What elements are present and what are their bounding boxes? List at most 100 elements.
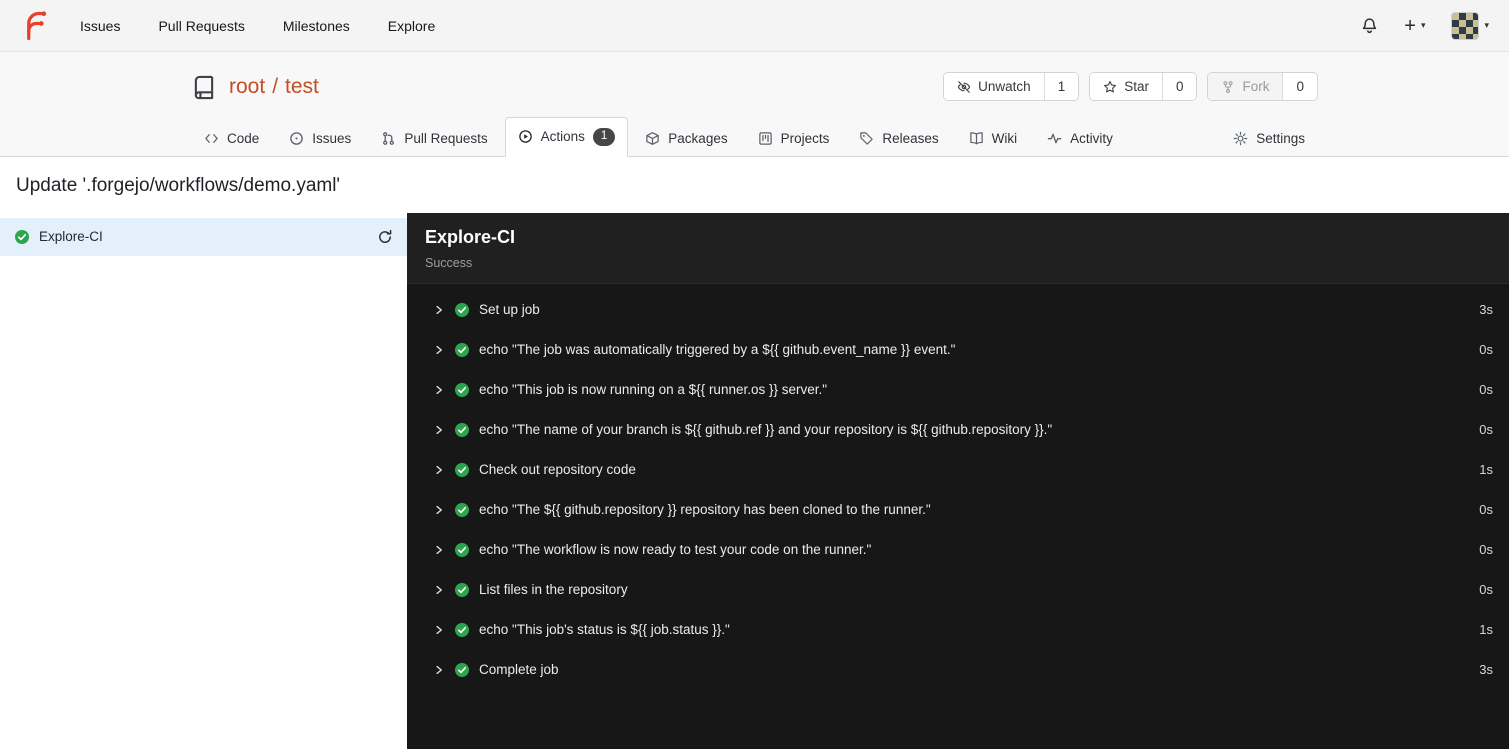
step-duration: 1s <box>1479 462 1493 478</box>
step-label: echo "The workflow is now ready to test … <box>479 542 872 558</box>
gear-icon <box>1233 131 1248 146</box>
success-check-icon <box>454 462 470 478</box>
top-navbar: Issues Pull Requests Milestones Explore … <box>0 0 1509 52</box>
success-check-icon <box>454 542 470 558</box>
issue-circle-icon <box>289 131 304 146</box>
run-header: Explore-CI Success <box>407 212 1509 284</box>
step-label: echo "This job is now running on a ${{ r… <box>479 382 828 398</box>
tab-label: Projects <box>780 130 830 146</box>
step-label: echo "The ${{ github.repository }} repos… <box>479 502 931 518</box>
unwatch-button[interactable]: Unwatch <box>944 73 1045 100</box>
chevron-right-icon[interactable] <box>433 624 445 636</box>
tab-label: Issues <box>312 130 352 146</box>
forks-count[interactable]: 0 <box>1283 73 1317 100</box>
repo-name-link[interactable]: test <box>285 75 319 99</box>
navbar-item-milestones[interactable]: Milestones <box>283 18 350 34</box>
star-button[interactable]: Star <box>1090 73 1163 100</box>
stars-count[interactable]: 0 <box>1162 73 1197 100</box>
navbar-item-issues[interactable]: Issues <box>80 18 120 34</box>
unwatch-button-group: Unwatch 1 <box>943 72 1080 101</box>
tab-packages[interactable]: Packages <box>632 120 740 157</box>
step-row[interactable]: echo "This job is now running on a ${{ r… <box>407 370 1509 410</box>
chevron-right-icon[interactable] <box>433 584 445 596</box>
success-check-icon <box>454 342 470 358</box>
step-label: echo "The job was automatically triggere… <box>479 342 956 358</box>
step-label: List files in the repository <box>479 582 628 598</box>
repository-icon <box>191 74 217 100</box>
fork-label: Fork <box>1242 79 1270 94</box>
repo-separator: / <box>272 74 279 98</box>
chevron-right-icon[interactable] <box>433 344 445 356</box>
step-label: echo "The name of your branch is ${{ git… <box>479 422 1053 438</box>
tab-wiki[interactable]: Wiki <box>956 120 1031 157</box>
job-name: Explore-CI <box>39 229 103 245</box>
step-duration: 0s <box>1479 502 1493 518</box>
repo-owner-link[interactable]: root <box>229 75 265 99</box>
eye-off-icon <box>957 80 971 94</box>
tab-label: Releases <box>882 130 939 146</box>
success-check-icon <box>454 662 470 678</box>
step-duration: 0s <box>1479 382 1493 398</box>
step-row[interactable]: echo "This job's status is ${{ job.statu… <box>407 610 1509 650</box>
code-icon <box>204 131 219 146</box>
step-row[interactable]: Complete job 3s <box>407 650 1509 690</box>
repo-action-buttons: Unwatch 1 Star 0 Fork 0 <box>943 72 1318 101</box>
step-row[interactable]: List files in the repository 0s <box>407 570 1509 610</box>
chevron-right-icon[interactable] <box>433 504 445 516</box>
success-check-icon <box>454 422 470 438</box>
pulse-icon <box>1047 131 1062 146</box>
tab-label: Pull Requests <box>404 130 488 146</box>
chevron-right-icon[interactable] <box>433 664 445 676</box>
step-list: Set up job 3s echo "The job was automati… <box>407 284 1509 696</box>
tab-label: Packages <box>668 130 728 146</box>
chevron-right-icon[interactable] <box>433 544 445 556</box>
user-menu[interactable]: ▾ <box>1451 11 1489 40</box>
navbar-item-pull-requests[interactable]: Pull Requests <box>158 18 244 34</box>
step-row[interactable]: echo "The workflow is now ready to test … <box>407 530 1509 570</box>
step-row[interactable]: echo "The ${{ github.repository }} repos… <box>407 490 1509 530</box>
create-new-button[interactable]: + ▾ <box>1404 16 1425 36</box>
chevron-right-icon[interactable] <box>433 384 445 396</box>
tab-label: Code <box>227 130 260 146</box>
chevron-right-icon[interactable] <box>433 304 445 316</box>
rerun-refresh-icon[interactable] <box>377 229 393 245</box>
tab-issues[interactable]: Issues <box>276 120 364 157</box>
tab-settings[interactable]: Settings <box>1220 120 1318 157</box>
sidebar-job-explore-ci[interactable]: Explore-CI <box>0 217 407 256</box>
step-row[interactable]: echo "The job was automatically triggere… <box>407 330 1509 370</box>
chevron-right-icon[interactable] <box>433 424 445 436</box>
actions-count-badge: 1 <box>592 128 616 146</box>
repo-title: root / test <box>229 75 319 99</box>
step-duration: 1s <box>1479 622 1493 638</box>
tab-pull-requests[interactable]: Pull Requests <box>368 120 500 157</box>
star-label: Star <box>1124 79 1149 94</box>
tab-activity[interactable]: Activity <box>1034 120 1126 157</box>
unwatch-label: Unwatch <box>978 79 1031 94</box>
step-row[interactable]: Check out repository code 1s <box>407 450 1509 490</box>
tab-code[interactable]: Code <box>191 120 272 157</box>
fork-button[interactable]: Fork <box>1208 73 1284 100</box>
tab-actions[interactable]: Actions 1 <box>504 117 629 157</box>
forgejo-logo-icon[interactable] <box>20 10 50 41</box>
run-log-panel: Explore-CI Success Set up job 3s echo "T… <box>407 212 1509 749</box>
success-check-icon <box>454 302 470 318</box>
package-icon <box>645 131 660 146</box>
tab-label: Settings <box>1256 130 1305 146</box>
watchers-count[interactable]: 1 <box>1044 73 1079 100</box>
notifications-bell-icon[interactable] <box>1361 17 1378 34</box>
run-job-title: Explore-CI <box>425 226 516 247</box>
chevron-down-icon: ▾ <box>1420 20 1426 30</box>
tab-releases[interactable]: Releases <box>846 120 951 157</box>
tab-label: Wiki <box>991 130 1018 146</box>
navbar-item-explore[interactable]: Explore <box>388 18 435 34</box>
actions-run-view: Explore-CI Explore-CI Success Set up job… <box>0 212 1509 749</box>
repo-tabs-bar: Code Issues Pull Requests Actions 1 Pack… <box>0 117 1509 157</box>
step-row[interactable]: Set up job 3s <box>407 290 1509 330</box>
tag-icon <box>859 131 874 146</box>
step-row[interactable]: echo "The name of your branch is ${{ git… <box>407 410 1509 450</box>
chevron-right-icon[interactable] <box>433 464 445 476</box>
tab-projects[interactable]: Projects <box>745 120 843 157</box>
step-label: Complete job <box>479 662 559 678</box>
avatar[interactable] <box>1451 11 1480 40</box>
step-duration: 0s <box>1479 582 1493 598</box>
